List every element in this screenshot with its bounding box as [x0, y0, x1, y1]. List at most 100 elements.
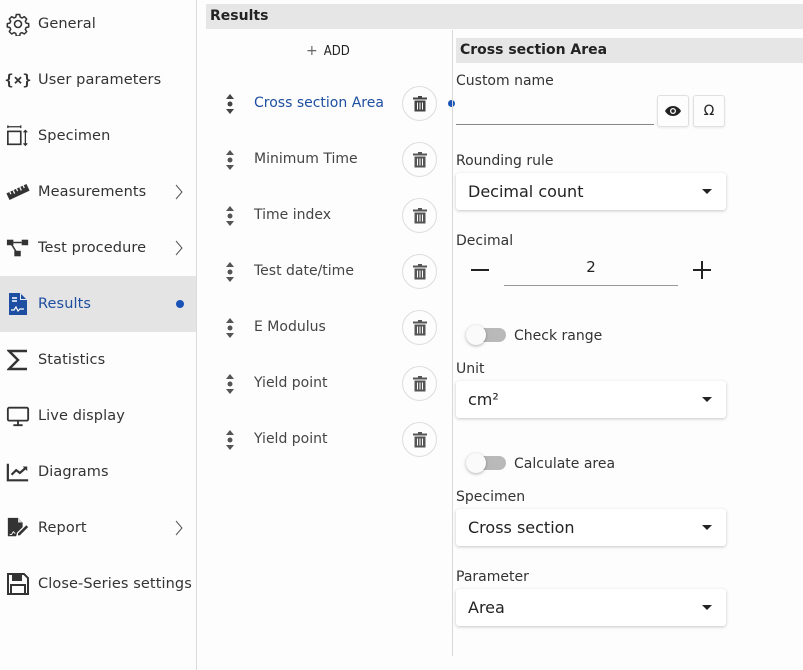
trash-icon — [412, 375, 427, 391]
add-label: ADD — [323, 43, 350, 59]
result-name: Yield point — [254, 431, 328, 447]
decrement-button[interactable] — [468, 258, 492, 282]
specimen-label: Specimen — [456, 489, 526, 505]
decimal-input[interactable] — [504, 256, 678, 286]
dropdown-caret-icon — [702, 605, 712, 610]
sidebar-item-user-parameters[interactable]: {×} User parameters — [0, 52, 196, 108]
sigma-icon — [6, 348, 30, 372]
chevron-right-icon — [175, 184, 183, 200]
parameter-value: Area — [468, 598, 505, 617]
plus-icon — [693, 261, 711, 279]
sidebar-item-label: Results — [38, 296, 92, 312]
custom-name-input[interactable] — [456, 96, 654, 125]
delete-result-button[interactable] — [402, 142, 437, 177]
result-name: E Modulus — [254, 319, 326, 335]
sidebar-item-general[interactable]: General — [0, 0, 196, 52]
specimen-select[interactable]: Cross section — [456, 509, 726, 546]
result-name: Yield point — [254, 375, 328, 391]
report-edit-icon — [6, 516, 30, 540]
sidebar-item-label: General — [38, 16, 96, 32]
sidebar-item-label: Live display — [38, 408, 125, 424]
result-list-item[interactable]: Cross section Area — [206, 76, 451, 132]
sidebar-item-diagrams[interactable]: Diagrams — [0, 444, 196, 500]
trash-icon — [412, 263, 427, 279]
results-title: Results — [210, 8, 269, 24]
drag-handle-icon[interactable] — [224, 148, 236, 172]
sidebar-item-close-series-settings[interactable]: Close-Series settings — [0, 556, 196, 612]
dropdown-caret-icon — [702, 189, 712, 194]
rounding-rule-label: Rounding rule — [456, 153, 554, 169]
dropdown-caret-icon — [702, 525, 712, 530]
column-divider — [452, 30, 453, 656]
sidebar-item-label: Statistics — [38, 352, 106, 368]
increment-button[interactable] — [690, 258, 714, 282]
sidebar-item-label: Specimen — [38, 128, 111, 144]
unit-select[interactable]: cm² — [456, 381, 726, 418]
results-document-icon — [6, 292, 30, 316]
unsaved-indicator-dot — [176, 300, 184, 308]
check-range-toggle[interactable] — [466, 325, 506, 345]
delete-result-button[interactable] — [402, 86, 437, 121]
result-name: Minimum Time — [254, 151, 358, 167]
result-list-item[interactable]: Time index — [206, 188, 451, 244]
drag-handle-icon[interactable] — [224, 316, 236, 340]
custom-name-label: Custom name — [456, 73, 554, 89]
ruler-icon — [6, 180, 30, 204]
toggle-knob — [466, 453, 486, 473]
variable-icon: {×} — [4, 71, 32, 89]
flowchart-icon — [6, 236, 30, 260]
dropdown-caret-icon — [702, 397, 712, 402]
parameter-select[interactable]: Area — [456, 589, 726, 626]
result-name: Test date/time — [254, 263, 354, 279]
specimen-dimensions-icon — [6, 124, 30, 148]
delete-result-button[interactable] — [402, 254, 437, 289]
eye-icon — [665, 106, 681, 116]
delete-result-button[interactable] — [402, 198, 437, 233]
chevron-right-icon — [175, 240, 183, 256]
visibility-toggle-button[interactable] — [657, 95, 689, 127]
result-list-item[interactable]: Test date/time — [206, 244, 451, 300]
unit-value: cm² — [468, 390, 499, 409]
drag-handle-icon[interactable] — [224, 204, 236, 228]
sidebar-item-specimen[interactable]: Specimen — [0, 108, 196, 164]
sidebar-item-measurements[interactable]: Measurements — [0, 164, 196, 220]
drag-handle-icon[interactable] — [224, 260, 236, 284]
specimen-value: Cross section — [468, 518, 575, 537]
sidebar-item-report[interactable]: Report — [0, 500, 196, 556]
drag-handle-icon[interactable] — [224, 92, 236, 116]
rounding-rule-select[interactable]: Decimal count — [456, 173, 726, 210]
result-list-item[interactable]: E Modulus — [206, 300, 451, 356]
trash-icon — [412, 207, 427, 223]
result-list-item[interactable]: Minimum Time — [206, 132, 451, 188]
drag-handle-icon[interactable] — [224, 428, 236, 452]
result-list-item[interactable]: Yield point — [206, 356, 451, 412]
sidebar-item-statistics[interactable]: Statistics — [0, 332, 196, 388]
sidebar-item-live-display[interactable]: Live display — [0, 388, 196, 444]
sidebar-item-label: Close-Series settings — [38, 576, 192, 592]
trash-icon — [412, 151, 427, 167]
toggle-knob — [466, 325, 486, 345]
sidebar-item-label: Report — [38, 520, 87, 536]
gear-icon — [6, 12, 30, 36]
delete-result-button[interactable] — [402, 422, 437, 457]
check-range-label: Check range — [514, 328, 603, 344]
calculate-area-label: Calculate area — [514, 456, 616, 472]
decimal-label: Decimal — [456, 233, 514, 249]
trash-icon — [412, 431, 427, 447]
sidebar-item-label: User parameters — [38, 72, 162, 88]
result-list-item[interactable]: Yield point — [206, 412, 451, 468]
save-icon — [6, 572, 30, 596]
chart-line-icon — [6, 460, 30, 484]
add-result-button[interactable]: + ADD — [306, 40, 350, 62]
delete-result-button[interactable] — [402, 310, 437, 345]
sidebar-item-test-procedure[interactable]: Test procedure — [0, 220, 196, 276]
drag-handle-icon[interactable] — [224, 372, 236, 396]
special-character-button[interactable]: Ω — [693, 95, 725, 127]
calculate-area-toggle[interactable] — [466, 453, 506, 473]
sidebar-item-label: Measurements — [38, 184, 147, 200]
minus-icon — [471, 269, 489, 271]
trash-icon — [412, 319, 427, 335]
sidebar-item-results[interactable]: Results — [0, 276, 196, 332]
delete-result-button[interactable] — [402, 366, 437, 401]
detail-panel-header: Cross section Area — [456, 38, 803, 63]
